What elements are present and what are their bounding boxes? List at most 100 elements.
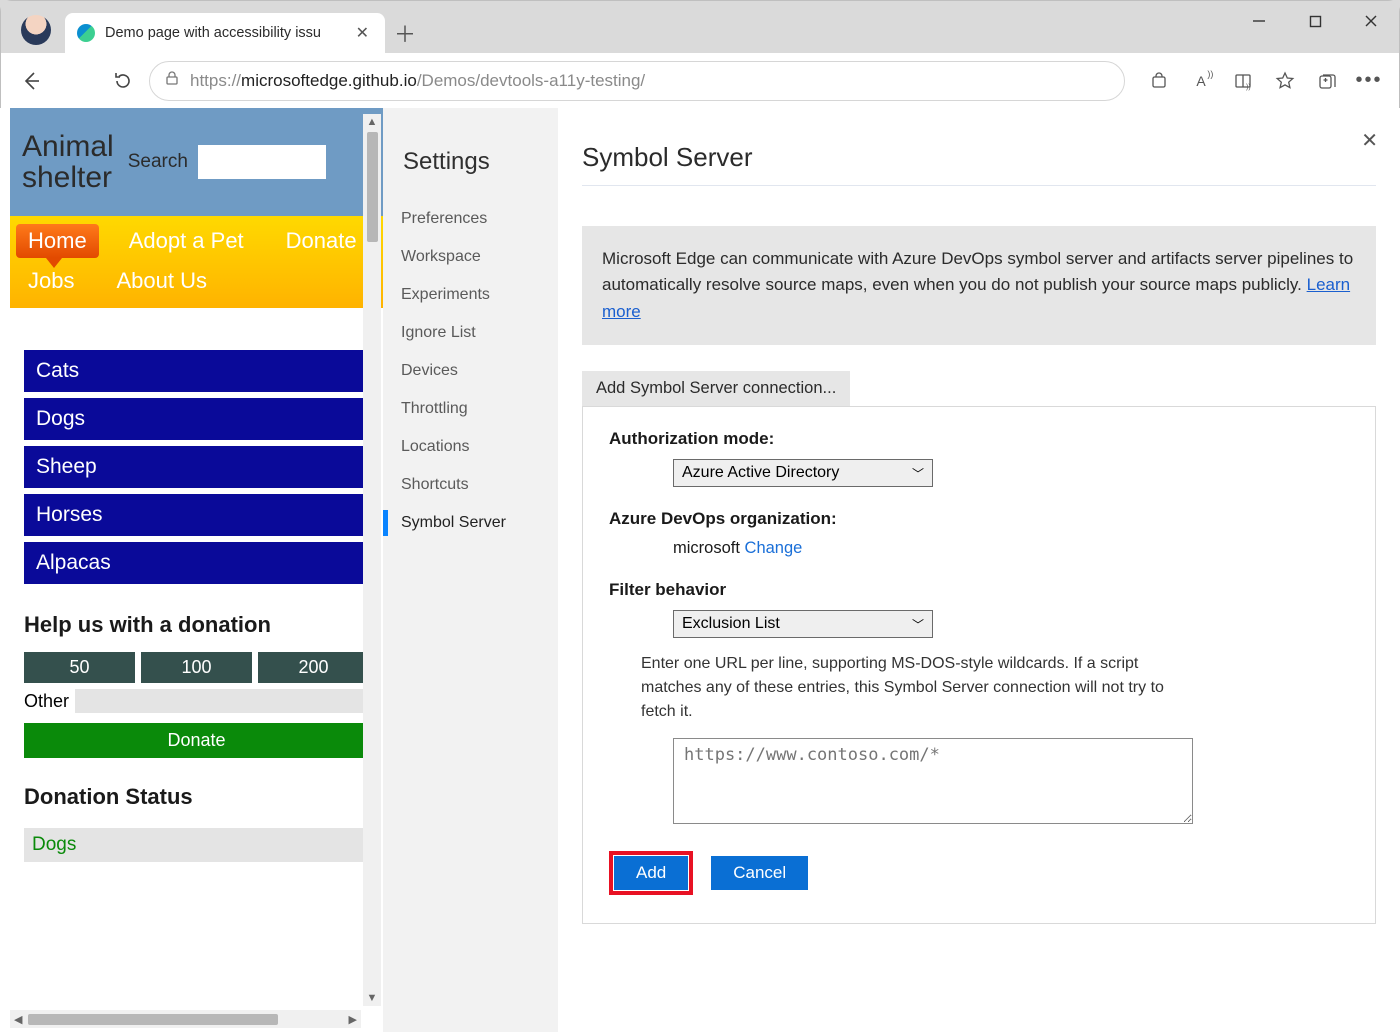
settings-item-locations[interactable]: Locations [383, 428, 558, 466]
settings-heading: Settings [383, 138, 558, 200]
auth-mode-value: Azure Active Directory [682, 464, 839, 482]
lock-icon [164, 70, 180, 91]
other-label: Other [24, 691, 69, 712]
chevron-down-icon: ﹀ [912, 465, 924, 482]
nav-home[interactable]: Home [16, 224, 99, 258]
browser-tab[interactable]: Demo page with accessibility issu ✕ [65, 13, 385, 53]
window-controls [1231, 1, 1399, 53]
nav-jobs[interactable]: Jobs [16, 264, 86, 298]
profile-avatar[interactable] [21, 15, 51, 45]
org-label: Azure DevOps organization: [609, 509, 1349, 529]
toolbar-right-icons: A)) )) ••• [1131, 61, 1389, 101]
webpage-viewport: Animalshelter Search Home Adopt a Pet Do… [10, 108, 383, 1012]
horizontal-scrollbar[interactable]: ◀ ▶ [10, 1010, 361, 1028]
donation-status-heading: Donation Status [24, 784, 369, 810]
read-aloud-icon[interactable]: A)) [1181, 61, 1221, 101]
menu-cats[interactable]: Cats [24, 350, 369, 392]
minimize-button[interactable] [1231, 1, 1287, 41]
form-actions: Add Cancel [609, 851, 1349, 895]
site-title: Animalshelter [22, 131, 114, 194]
donate-button[interactable]: Donate [24, 723, 369, 758]
edge-favicon-icon [77, 24, 95, 42]
auth-mode-label: Authorization mode: [609, 429, 1349, 449]
url-filter-textarea[interactable] [673, 738, 1193, 824]
close-settings-icon[interactable]: ✕ [1361, 128, 1378, 153]
nav-about[interactable]: About Us [104, 264, 219, 298]
settings-item-ignore-list[interactable]: Ignore List [383, 314, 558, 352]
scroll-down-arrow-icon[interactable]: ▼ [367, 990, 378, 1006]
donation-heading: Help us with a donation [24, 612, 369, 638]
filter-behavior-select[interactable]: Exclusion List ﹀ [673, 610, 933, 638]
filter-behavior-value: Exclusion List [682, 615, 780, 633]
settings-sidebar: Settings Preferences Workspace Experimen… [383, 108, 558, 1032]
amount-200[interactable]: 200 [258, 652, 369, 683]
shopping-icon[interactable] [1139, 61, 1179, 101]
info-text: Microsoft Edge can communicate with Azur… [602, 249, 1353, 294]
settings-item-throttling[interactable]: Throttling [383, 390, 558, 428]
refresh-button[interactable] [103, 61, 143, 101]
site-header: Animalshelter Search [10, 108, 383, 216]
settings-item-devices[interactable]: Devices [383, 352, 558, 390]
webpage-panel: Animalshelter Search Home Adopt a Pet Do… [0, 108, 383, 1032]
new-tab-button[interactable]: ＋ [385, 13, 425, 53]
donation-amount-row: 50 100 200 [24, 652, 369, 683]
filter-behavior-label: Filter behavior [609, 580, 1349, 600]
browser-titlebar: Demo page with accessibility issu ✕ ＋ [1, 1, 1399, 53]
close-window-button[interactable] [1343, 1, 1399, 41]
vertical-scrollbar[interactable]: ▲ ▼ [363, 114, 381, 1006]
horizontal-scroll-thumb[interactable] [28, 1014, 278, 1025]
collections-icon[interactable] [1307, 61, 1347, 101]
main-nav: Home Adopt a Pet Donate Jobs About Us [10, 216, 383, 308]
donation-section: Help us with a donation 50 100 200 Other… [10, 594, 383, 764]
cancel-button[interactable]: Cancel [711, 856, 808, 890]
auth-mode-select[interactable]: Azure Active Directory ﹀ [673, 459, 933, 487]
title-divider [582, 185, 1376, 186]
menu-horses[interactable]: Horses [24, 494, 369, 536]
menu-dogs[interactable]: Dogs [24, 398, 369, 440]
other-amount-input[interactable] [75, 689, 369, 713]
filter-help-text: Enter one URL per line, supporting MS-DO… [641, 652, 1201, 724]
maximize-button[interactable] [1287, 1, 1343, 41]
add-connection-expander[interactable]: Add Symbol Server connection... [582, 371, 850, 406]
settings-item-workspace[interactable]: Workspace [383, 238, 558, 276]
settings-item-symbol-server[interactable]: Symbol Server [383, 504, 558, 542]
vertical-scroll-thumb[interactable] [367, 132, 378, 242]
favorites-icon[interactable] [1265, 61, 1305, 101]
add-button[interactable]: Add [614, 856, 688, 890]
back-button[interactable] [11, 61, 51, 101]
add-connection-form: Authorization mode: Azure Active Directo… [582, 406, 1376, 924]
settings-panel: ✕ Symbol Server Microsoft Edge can commu… [558, 108, 1400, 1032]
scroll-right-arrow-icon[interactable]: ▶ [345, 1013, 361, 1026]
chevron-down-icon: ﹀ [912, 616, 924, 633]
tab-title: Demo page with accessibility issu [105, 25, 321, 41]
scroll-up-arrow-icon[interactable]: ▲ [367, 114, 378, 130]
more-icon[interactable]: ••• [1349, 61, 1389, 101]
nav-donate[interactable]: Donate [274, 224, 369, 258]
amount-100[interactable]: 100 [141, 652, 252, 683]
add-button-highlight: Add [609, 851, 693, 895]
org-change-link[interactable]: Change [745, 539, 803, 557]
settings-item-experiments[interactable]: Experiments [383, 276, 558, 314]
svg-text:)): )) [1246, 84, 1251, 91]
panel-title: Symbol Server [582, 142, 1376, 173]
close-tab-icon[interactable]: ✕ [352, 21, 373, 45]
search-input[interactable] [198, 145, 326, 179]
address-bar[interactable]: https://microsoftedge.github.io/Demos/de… [149, 61, 1125, 101]
settings-item-preferences[interactable]: Preferences [383, 200, 558, 238]
nav-adopt[interactable]: Adopt a Pet [117, 224, 256, 258]
menu-alpacas[interactable]: Alpacas [24, 542, 369, 584]
browser-toolbar: https://microsoftedge.github.io/Demos/de… [1, 53, 1399, 109]
search-label: Search [128, 151, 188, 173]
settings-item-shortcuts[interactable]: Shortcuts [383, 466, 558, 504]
donation-status-section: Donation Status Dogs [10, 764, 383, 866]
url-text: https://microsoftedge.github.io/Demos/de… [190, 71, 645, 91]
other-amount-row: Other [24, 689, 369, 713]
org-row: microsoft Change [673, 539, 802, 557]
reading-mode-icon[interactable]: )) [1223, 61, 1263, 101]
org-value: microsoft [673, 539, 740, 557]
amount-50[interactable]: 50 [24, 652, 135, 683]
scroll-left-arrow-icon[interactable]: ◀ [10, 1013, 26, 1026]
forward-button[interactable] [57, 61, 97, 101]
donation-status-item: Dogs [24, 828, 369, 862]
menu-sheep[interactable]: Sheep [24, 446, 369, 488]
